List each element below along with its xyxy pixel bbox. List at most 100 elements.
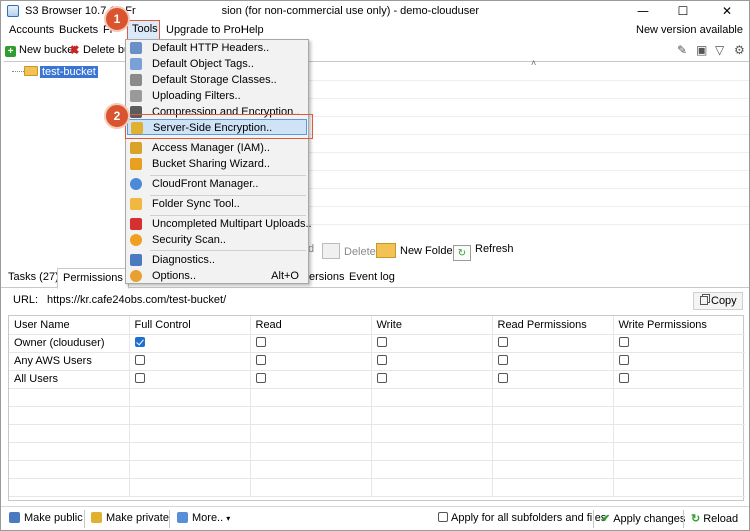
refresh-button[interactable]: ↻ Refresh bbox=[453, 243, 514, 261]
full-control-checkbox[interactable] bbox=[134, 355, 145, 365]
close-button[interactable]: ✕ bbox=[707, 1, 747, 21]
menu-item-default-storage-classes[interactable]: Default Storage Classes.. bbox=[127, 72, 307, 88]
menu-help[interactable]: Help bbox=[241, 24, 264, 36]
write-permissions-checkbox[interactable] bbox=[618, 355, 629, 365]
new-folder-icon bbox=[376, 243, 396, 258]
col-read-permissions[interactable]: Read Permissions bbox=[492, 316, 614, 335]
make-public-button[interactable]: Make public bbox=[9, 512, 83, 524]
menu-tools[interactable]: Tools bbox=[127, 20, 160, 40]
full-control-checkbox[interactable] bbox=[134, 373, 145, 383]
reload-button[interactable]: ↻ Reload bbox=[691, 512, 738, 525]
menu-item-options[interactable]: Options.. Alt+O bbox=[127, 268, 307, 284]
main-toolbar: + New bucket ✖ Delete buc bbox=[1, 41, 749, 61]
menu-item-label: Folder Sync Tool.. bbox=[152, 198, 240, 210]
apply-changes-button[interactable]: ✔ Apply changes bbox=[601, 512, 685, 525]
col-write[interactable]: Write bbox=[371, 316, 493, 335]
make-private-button[interactable]: Make private bbox=[91, 512, 169, 524]
col-user-name[interactable]: User Name bbox=[9, 316, 130, 335]
write-permissions-checkbox[interactable] bbox=[618, 337, 629, 347]
reload-icon: ↻ bbox=[691, 513, 701, 525]
cell bbox=[371, 370, 493, 389]
url-value[interactable]: https://kr.cafe24obs.com/test-bucket/ bbox=[47, 294, 226, 306]
read-permissions-checkbox[interactable] bbox=[497, 373, 508, 383]
settings-icon[interactable]: ⚙ bbox=[734, 43, 745, 57]
tab-tasks[interactable]: Tasks (27) bbox=[8, 271, 59, 283]
empty-row bbox=[9, 478, 745, 497]
tab-permissions[interactable]: Permissions bbox=[57, 268, 129, 289]
col-write-permissions[interactable]: Write Permissions bbox=[613, 316, 745, 335]
more-button[interactable]: More.. ▾ bbox=[177, 512, 230, 524]
menu-item-uploading-filters[interactable]: Uploading Filters.. bbox=[127, 88, 307, 104]
col-full-control[interactable]: Full Control bbox=[129, 316, 251, 335]
window-icon[interactable]: ▣ bbox=[696, 43, 707, 57]
options-icon bbox=[130, 270, 142, 282]
menu-item-access-manager[interactable]: Access Manager (IAM).. bbox=[127, 140, 307, 156]
menu-item-security-scan[interactable]: Security Scan.. bbox=[127, 232, 307, 248]
row-user: All Users bbox=[9, 370, 130, 389]
new-bucket-button[interactable]: + New bucket bbox=[5, 44, 76, 57]
menu-separator bbox=[150, 250, 306, 251]
table-row: Any AWS Users bbox=[9, 352, 745, 371]
menu-item-default-http-headers[interactable]: Default HTTP Headers.. bbox=[127, 40, 307, 56]
menu-item-diagnostics[interactable]: Diagnostics.. bbox=[127, 252, 307, 268]
row-user: Owner (clouduser) bbox=[9, 334, 130, 353]
read-checkbox[interactable] bbox=[255, 355, 266, 365]
full-control-checkbox[interactable] bbox=[134, 337, 145, 347]
menu-accounts[interactable]: Accounts bbox=[9, 24, 54, 36]
filter-icon[interactable]: ▽ bbox=[715, 43, 724, 57]
menu-item-folder-sync-tool[interactable]: Folder Sync Tool.. bbox=[127, 196, 307, 212]
new-folder-button[interactable]: New Folder bbox=[376, 243, 456, 258]
minimize-button[interactable]: — bbox=[623, 1, 663, 21]
sort-ascending-icon[interactable]: ˄ bbox=[531, 58, 536, 68]
menu-item-default-object-tags[interactable]: Default Object Tags.. bbox=[127, 56, 307, 72]
table-row: Owner (clouduser) bbox=[9, 334, 745, 353]
apply-subfolders-checkbox[interactable]: Apply for all subfolders and files bbox=[438, 512, 606, 524]
cell bbox=[371, 334, 493, 353]
row-user: Any AWS Users bbox=[9, 352, 130, 371]
empty-row bbox=[9, 406, 745, 425]
copy-button[interactable]: Copy bbox=[693, 292, 743, 310]
write-checkbox[interactable] bbox=[376, 373, 387, 383]
menu-upgrade[interactable]: Upgrade to Pro! bbox=[166, 24, 244, 36]
empty-row bbox=[9, 424, 745, 443]
menu-item-label: Default HTTP Headers.. bbox=[152, 42, 270, 54]
more-label: More.. bbox=[192, 512, 224, 524]
read-permissions-checkbox[interactable] bbox=[497, 337, 508, 347]
maximize-button[interactable]: ☐ bbox=[663, 1, 703, 21]
write-checkbox[interactable] bbox=[376, 355, 387, 365]
make-public-label: Make public bbox=[24, 512, 83, 524]
menu-item-label: Access Manager (IAM).. bbox=[152, 142, 270, 154]
checkmark-icon: ✔ bbox=[601, 513, 611, 525]
edit-icon[interactable]: ✎ bbox=[677, 43, 687, 57]
read-checkbox[interactable] bbox=[255, 337, 266, 347]
delete-file-label: Delete bbox=[344, 246, 376, 258]
read-permissions-checkbox[interactable] bbox=[497, 355, 508, 365]
menu-item-cloudfront-manager[interactable]: CloudFront Manager.. bbox=[127, 176, 307, 192]
new-bucket-label: New bucket bbox=[19, 44, 77, 56]
url-label: URL: bbox=[13, 294, 39, 306]
menu-buckets[interactable]: Buckets bbox=[59, 24, 98, 36]
write-permissions-checkbox[interactable] bbox=[618, 373, 629, 383]
tab-versions[interactable]: ersions bbox=[309, 271, 344, 283]
make-private-label: Make private bbox=[106, 512, 169, 524]
new-version-link[interactable]: New version available bbox=[636, 24, 743, 36]
refresh-label: Refresh bbox=[475, 243, 514, 255]
refresh-icon: ↻ bbox=[453, 245, 471, 261]
menu-item-label: Default Storage Classes.. bbox=[152, 74, 277, 86]
sync-icon bbox=[130, 198, 142, 210]
delete-file-button[interactable]: Delete bbox=[322, 243, 376, 259]
menu-item-label: Security Scan.. bbox=[152, 234, 226, 246]
copy-label: Copy bbox=[711, 295, 737, 307]
filter-icon bbox=[130, 90, 142, 102]
menu-item-bucket-sharing-wizard[interactable]: Bucket Sharing Wizard.. bbox=[127, 156, 307, 172]
tab-eventlog[interactable]: Event log bbox=[349, 271, 395, 283]
cell bbox=[492, 334, 614, 353]
menu-item-label: Options.. bbox=[152, 270, 197, 282]
col-read[interactable]: Read bbox=[250, 316, 372, 335]
tree-item-test-bucket[interactable]: test-bucket bbox=[12, 66, 98, 78]
menu-item-uncompleted-multipart[interactable]: Uncompleted Multipart Uploads.. bbox=[127, 216, 312, 232]
write-checkbox[interactable] bbox=[376, 337, 387, 347]
menu-item-label: Uploading Filters.. bbox=[152, 90, 241, 102]
cell bbox=[613, 352, 745, 371]
read-checkbox[interactable] bbox=[255, 373, 266, 383]
